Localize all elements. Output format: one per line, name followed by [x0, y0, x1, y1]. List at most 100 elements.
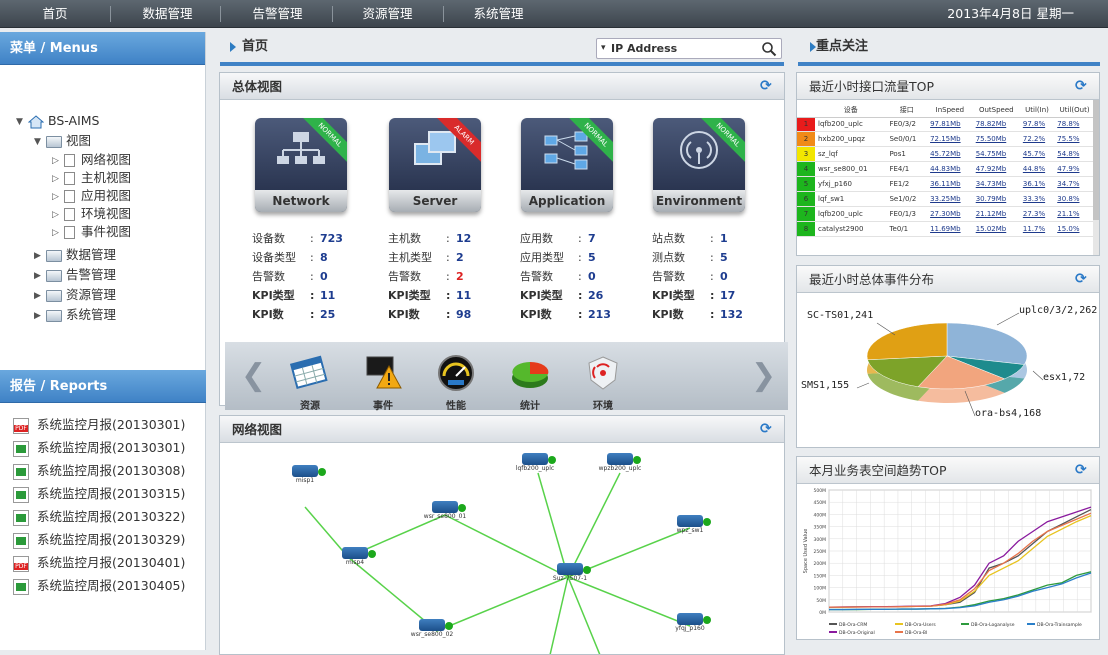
- table-cell[interactable]: 11.69Mb: [927, 221, 973, 237]
- expand-icon[interactable]: ▶: [34, 267, 46, 285]
- expand-icon[interactable]: ▼: [16, 113, 28, 131]
- ip-search-input[interactable]: IP Address: [596, 38, 782, 59]
- table-cell[interactable]: 47.92Mb: [972, 161, 1020, 178]
- prev-arrow-icon[interactable]: ❮: [241, 358, 266, 393]
- table-cell[interactable]: 33.25Mb: [927, 191, 973, 207]
- next-arrow-icon[interactable]: ❯: [751, 358, 776, 393]
- table-cell[interactable]: 15.0%: [1054, 221, 1095, 237]
- tree-item-network-view[interactable]: ▷ 网络视图: [52, 151, 131, 169]
- category-tile[interactable]: NORMAL Network: [255, 118, 347, 212]
- table-cell[interactable]: 72.2%: [1019, 131, 1055, 148]
- report-item[interactable]: 系统监控月报(20130401): [13, 553, 185, 573]
- tree-root[interactable]: ▼ BS-AIMS: [16, 112, 99, 130]
- report-item[interactable]: 系统监控月报(20130301): [13, 415, 185, 435]
- category-tile[interactable]: NORMAL Environment: [653, 118, 745, 212]
- table-cell[interactable]: 36.11Mb: [927, 176, 973, 192]
- tree-item-host-view[interactable]: ▷ 主机视图: [52, 169, 131, 187]
- refresh-icon[interactable]: ⟳: [1075, 463, 1089, 477]
- table-cell[interactable]: 45.7%: [1019, 146, 1055, 163]
- table-cell[interactable]: 97.81Mb: [927, 117, 973, 133]
- report-item[interactable]: 系统监控周报(20130315): [13, 484, 185, 504]
- category-tile[interactable]: ALARM Server: [389, 118, 481, 212]
- refresh-icon[interactable]: ⟳: [760, 79, 774, 93]
- network-node[interactable]: Suz-7507-1: [545, 563, 595, 582]
- tree-item-system-management[interactable]: ▶ 系统管理: [34, 306, 116, 324]
- category-server[interactable]: ALARM Server: [389, 118, 485, 218]
- toolbar-events[interactable]: 事件: [358, 354, 408, 412]
- expand-icon[interactable]: ▶: [34, 307, 46, 325]
- table-cell[interactable]: 47.9%: [1054, 161, 1095, 178]
- tree-item-data-management[interactable]: ▶ 数据管理: [34, 246, 116, 264]
- search-icon[interactable]: [761, 41, 777, 57]
- category-tile[interactable]: NORMAL Application: [521, 118, 613, 212]
- table-row[interactable]: 2 hxb200_upqz Se0/0/1 72.15Mb 75.50Mb 72.2% 75…: [797, 131, 1095, 148]
- table-cell[interactable]: 45.72Mb: [927, 146, 973, 163]
- table-cell[interactable]: 54.75Mb: [972, 146, 1020, 163]
- tree-item-view[interactable]: ▼ 视图: [34, 132, 91, 150]
- table-row[interactable]: 1 lqfb200_uplc FE0/3/2 97.81Mb 78.82Mb 97.8% 7…: [797, 117, 1095, 133]
- table-cell[interactable]: 75.5%: [1054, 131, 1095, 148]
- category-application[interactable]: NORMAL Application: [521, 118, 617, 218]
- table-row[interactable]: 4 wsr_se800_01 FE4/1 44.83Mb 47.92Mb 44.8% 47.…: [797, 161, 1095, 178]
- table-row[interactable]: 8 catalyst2900 Te0/1 11.69Mb 15.02Mb 11.7% 15.…: [797, 221, 1095, 237]
- table-cell[interactable]: 30.8%: [1054, 191, 1095, 207]
- report-item[interactable]: 系统监控周报(20130308): [13, 461, 185, 481]
- table-cell[interactable]: 21.1%: [1054, 206, 1095, 222]
- network-node[interactable]: wsr_se800_01: [420, 501, 470, 520]
- table-cell[interactable]: 44.8%: [1019, 161, 1055, 178]
- table-cell[interactable]: 97.8%: [1019, 117, 1055, 133]
- tree-item-env-view[interactable]: ▷ 环境视图: [52, 205, 131, 223]
- category-environment[interactable]: NORMAL Environment: [653, 118, 749, 218]
- table-cell[interactable]: 75.50Mb: [972, 131, 1020, 148]
- toolbar-statistics[interactable]: 统计: [505, 354, 555, 412]
- table-cell[interactable]: 72.15Mb: [927, 131, 973, 148]
- table-cell[interactable]: 54.8%: [1054, 146, 1095, 163]
- table-row[interactable]: 5 yfxj_p160 FE1/2 36.11Mb 34.73Mb 36.1% 34.7%: [797, 176, 1095, 192]
- nav-alarm-management[interactable]: 告警管理: [235, 0, 320, 28]
- table-cell[interactable]: 33.3%: [1019, 191, 1055, 207]
- expand-icon[interactable]: ▶: [34, 247, 46, 265]
- tree-item-alarm-management[interactable]: ▶ 告警管理: [34, 266, 116, 284]
- expand-icon[interactable]: ▶: [34, 287, 46, 305]
- nav-home[interactable]: 首页: [25, 0, 85, 28]
- report-item[interactable]: 系统监控周报(20130301): [13, 438, 185, 458]
- table-cell[interactable]: 27.3%: [1019, 206, 1055, 222]
- table-row[interactable]: 7 lqfb200_uplc FE0/1/3 27.30Mb 21.12Mb 27.3% 2…: [797, 206, 1095, 222]
- network-node[interactable]: misp4: [330, 547, 380, 566]
- table-cell[interactable]: 11.7%: [1019, 221, 1055, 237]
- network-node[interactable]: lqfb200_uplc: [510, 453, 560, 472]
- network-node[interactable]: wpzb200_uplc: [595, 453, 645, 472]
- toolbar-resources[interactable]: 资源: [285, 354, 335, 412]
- table-scrollbar[interactable]: [1093, 100, 1099, 255]
- report-item[interactable]: 系统监控周报(20130322): [13, 507, 185, 527]
- table-cell[interactable]: 78.82Mb: [972, 117, 1020, 133]
- network-node[interactable]: misp1: [280, 465, 330, 484]
- table-cell[interactable]: 44.83Mb: [927, 161, 973, 178]
- table-cell[interactable]: 27.30Mb: [927, 206, 973, 222]
- category-network[interactable]: NORMAL Network: [255, 118, 351, 218]
- refresh-icon[interactable]: ⟳: [760, 422, 774, 436]
- scrollbar-thumb[interactable]: [1093, 100, 1099, 220]
- pie-slice[interactable]: [866, 322, 948, 361]
- nav-data-management[interactable]: 数据管理: [125, 0, 210, 28]
- expand-icon[interactable]: ▼: [34, 133, 46, 151]
- refresh-icon[interactable]: ⟳: [1075, 272, 1089, 286]
- network-node[interactable]: wpz_sw1: [665, 515, 715, 534]
- table-row[interactable]: 6 lqf_sw1 Se1/0/2 33.25Mb 30.79Mb 33.3% 30.8%: [797, 191, 1095, 207]
- network-node[interactable]: yfqj_p160: [665, 613, 715, 632]
- tree-item-resource-management[interactable]: ▶ 资源管理: [34, 286, 116, 304]
- table-cell[interactable]: 30.79Mb: [972, 191, 1020, 207]
- table-cell[interactable]: 21.12Mb: [972, 206, 1020, 222]
- network-node[interactable]: wsr_se800_02: [407, 619, 457, 638]
- toolbar-performance[interactable]: 性能: [431, 354, 481, 412]
- table-row[interactable]: 3 sz_lqf Pos1 45.72Mb 54.75Mb 45.7% 54.8%: [797, 146, 1095, 163]
- tree-item-app-view[interactable]: ▷ 应用视图: [52, 187, 131, 205]
- table-cell[interactable]: 34.73Mb: [972, 176, 1020, 192]
- nav-system-management[interactable]: 系统管理: [456, 0, 541, 28]
- nav-resource-management[interactable]: 资源管理: [345, 0, 430, 28]
- table-cell[interactable]: 78.8%: [1054, 117, 1095, 133]
- report-item[interactable]: 系统监控周报(20130329): [13, 530, 185, 550]
- refresh-icon[interactable]: ⟳: [1075, 79, 1089, 93]
- table-cell[interactable]: 15.02Mb: [972, 221, 1020, 237]
- report-item[interactable]: 系统监控周报(20130405): [13, 576, 185, 596]
